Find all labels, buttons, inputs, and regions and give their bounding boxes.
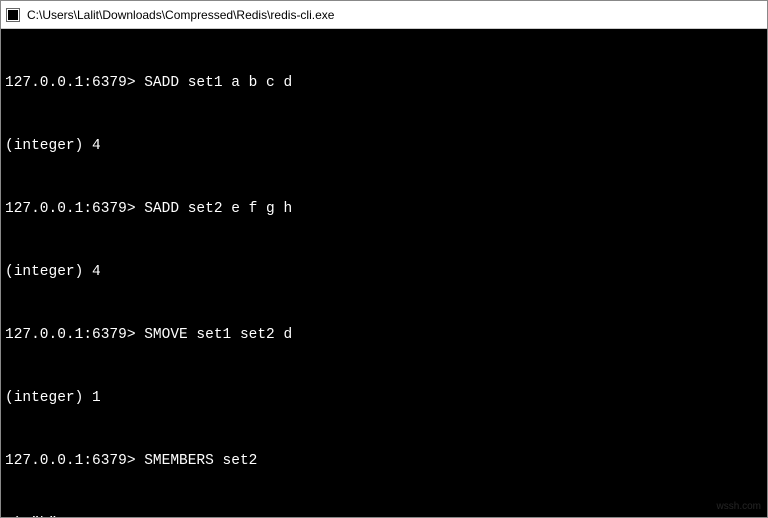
terminal-line: (integer) 4 (5, 262, 763, 283)
window-title: C:\Users\Lalit\Downloads\Compressed\Redi… (27, 8, 334, 22)
terminal-line: (integer) 4 (5, 136, 763, 157)
terminal-line: 1) "h" (5, 514, 763, 517)
terminal-output[interactable]: 127.0.0.1:6379> SADD set1 a b c d (integ… (1, 29, 767, 517)
titlebar[interactable]: C:\Users\Lalit\Downloads\Compressed\Redi… (1, 1, 767, 29)
console-window: C:\Users\Lalit\Downloads\Compressed\Redi… (0, 0, 768, 518)
terminal-line: 127.0.0.1:6379> SADD set1 a b c d (5, 73, 763, 94)
watermark: wssh.com (717, 500, 761, 515)
terminal-line: 127.0.0.1:6379> SADD set2 e f g h (5, 199, 763, 220)
terminal-line: 127.0.0.1:6379> SMEMBERS set2 (5, 451, 763, 472)
terminal-line: 127.0.0.1:6379> SMOVE set1 set2 d (5, 325, 763, 346)
app-icon (5, 7, 21, 23)
terminal-line: (integer) 1 (5, 388, 763, 409)
